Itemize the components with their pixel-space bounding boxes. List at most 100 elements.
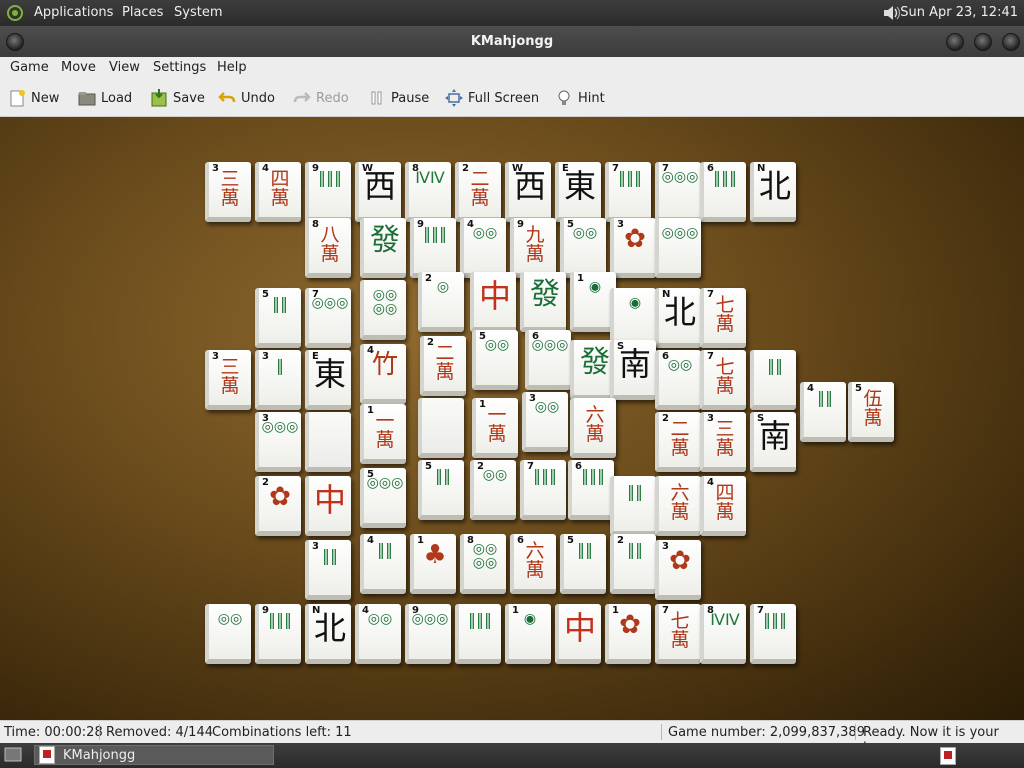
close-button[interactable] [1002, 33, 1020, 51]
mahjong-tile[interactable]: 西W [355, 162, 401, 222]
mahjong-tile[interactable]: ‖‖‖ 7 [520, 460, 566, 520]
menu-settings[interactable]: Settings [153, 60, 206, 75]
mahjong-tile[interactable]: 一 萬1 [472, 398, 518, 458]
load-button[interactable]: Load [78, 89, 132, 107]
mahjong-tile[interactable]: 二 萬2 [655, 412, 701, 472]
undo-button[interactable]: Undo [218, 89, 275, 107]
mahjong-tile[interactable]: ‖‖ 5 [560, 534, 606, 594]
window-titlebar[interactable]: KMahjongg [0, 26, 1024, 57]
mahjong-tile[interactable]: 竹4 [360, 344, 406, 404]
applications-menu[interactable]: Applications [34, 5, 113, 20]
gnome-foot-icon[interactable] [6, 4, 24, 22]
mahjong-tile[interactable]: 伍 萬5 [848, 382, 894, 442]
mahjong-tile[interactable] [418, 398, 464, 458]
mahjong-tile[interactable]: 三 萬3 [205, 350, 251, 410]
mahjong-tile[interactable]: ◎◎ 4 [355, 604, 401, 664]
mahjong-tile[interactable]: 七 萬7 [700, 350, 746, 410]
mahjong-tile[interactable]: ◉ [610, 288, 656, 348]
mahjong-tile[interactable]: 北N [750, 162, 796, 222]
mahjong-tile[interactable]: 發 [520, 272, 566, 332]
volume-icon[interactable] [882, 4, 902, 22]
mahjong-tile[interactable]: ‖‖‖ 7 [750, 604, 796, 664]
mahjong-tile[interactable]: ‖ 3 [255, 350, 301, 410]
mahjong-tile[interactable]: 西W [505, 162, 551, 222]
mahjong-tile[interactable]: ‖‖ [750, 350, 796, 410]
mahjong-tile[interactable]: ◎◎ ◎◎ [360, 280, 406, 340]
mahjong-tile[interactable]: ‖‖ 4 [360, 534, 406, 594]
mahjong-tile[interactable]: ◎◎ [205, 604, 251, 664]
menu-view[interactable]: View [109, 60, 140, 75]
mahjong-tile[interactable]: ◎◎ ◎◎ 8 [460, 534, 506, 594]
mahjong-tile[interactable]: 四 萬4 [700, 476, 746, 536]
mahjong-tile[interactable]: ◎ 2 [418, 272, 464, 332]
mahjong-tile[interactable]: ◎◎ 5 [560, 218, 606, 278]
mahjong-tile[interactable]: 北N [655, 288, 701, 348]
mahjong-tile[interactable]: 三 萬3 [205, 162, 251, 222]
mahjong-tile[interactable]: ‖‖ 4 [800, 382, 846, 442]
mahjong-tile[interactable]: ⅣⅣ 8 [405, 162, 451, 222]
mahjong-tile[interactable]: 中 [305, 476, 351, 536]
menu-move[interactable]: Move [61, 60, 96, 75]
mahjong-tile[interactable]: ◎◎◎ 6 [525, 330, 571, 390]
mahjong-tile[interactable]: ✿ 3 [655, 540, 701, 600]
redo-button[interactable]: Redo [293, 89, 349, 107]
show-desktop-icon[interactable] [4, 747, 22, 763]
mahjong-tile[interactable]: ‖‖‖ [455, 604, 501, 664]
menu-game[interactable]: Game [10, 60, 49, 75]
mahjong-tile[interactable]: ◎◎◎ [655, 218, 701, 278]
mahjong-tile[interactable]: ♣ 1 [410, 534, 456, 594]
mahjong-tile[interactable]: 二 萬2 [420, 336, 466, 396]
mahjong-tile[interactable]: 南S [750, 412, 796, 472]
mahjong-tile[interactable]: ◎◎◎ 3 [255, 412, 301, 472]
mahjong-tile[interactable]: ⅣⅣ 8 [700, 604, 746, 664]
mahjong-tile[interactable]: ◎◎ 2 [470, 460, 516, 520]
mahjong-tile[interactable]: 六 萬6 [510, 534, 556, 594]
mahjong-tile[interactable]: 北N [305, 604, 351, 664]
minimize-button[interactable] [946, 33, 964, 51]
mahjong-tile[interactable]: 九 萬9 [510, 218, 556, 278]
mahjong-tile[interactable]: ‖‖ [610, 476, 656, 536]
save-button[interactable]: Save [150, 89, 205, 107]
mahjong-tile[interactable]: 四 萬4 [255, 162, 301, 222]
maximize-button[interactable] [974, 33, 992, 51]
mahjong-tile[interactable]: 六 萬 [655, 476, 701, 536]
mahjong-tile[interactable]: ◎◎◎ 7 [305, 288, 351, 348]
mahjong-tile[interactable]: 中 [470, 272, 516, 332]
mahjong-tile[interactable]: ‖‖ 2 [610, 534, 656, 594]
fullscreen-button[interactable]: Full Screen [445, 89, 539, 107]
mahjong-tile[interactable]: ‖‖ 5 [418, 460, 464, 520]
mahjong-tile[interactable]: 東E [555, 162, 601, 222]
mahjong-tile[interactable]: ◎◎◎ 5 [360, 468, 406, 528]
mahjong-tile[interactable]: 七 萬7 [700, 288, 746, 348]
mahjong-tile[interactable]: ✿ 1 [605, 604, 651, 664]
mahjong-tile[interactable]: 八 萬8 [305, 218, 351, 278]
mahjong-tile[interactable]: ◎◎ 4 [460, 218, 506, 278]
mahjong-tile[interactable]: 七 萬7 [655, 604, 701, 664]
mahjong-tile[interactable]: ‖‖‖ 9 [410, 218, 456, 278]
taskbar-item-kmahjongg[interactable]: KMahjongg [34, 745, 274, 765]
system-menu[interactable]: System [174, 5, 222, 20]
mahjong-tile[interactable]: ◎◎ 5 [472, 330, 518, 390]
mahjong-tile[interactable]: ✿ 3 [610, 218, 656, 278]
mahjong-tile[interactable]: 三 萬3 [700, 412, 746, 472]
mahjong-tile[interactable]: ◎◎ 6 [655, 350, 701, 410]
mahjong-tile[interactable]: 東E [305, 350, 351, 410]
mahjong-tile[interactable]: 中 [555, 604, 601, 664]
mahjong-tile[interactable]: 一 萬1 [360, 404, 406, 464]
mahjong-tile[interactable]: ‖‖ 3 [305, 540, 351, 600]
clock[interactable]: Sun Apr 23, 12:41 [900, 5, 1018, 20]
game-board[interactable]: 三 萬3四 萬 4 ‖‖‖ 9 西 W ⅣⅣ 8 二 萬 2 西 W 東 E ‖‖‖ 7 ◎◎◎ 7 ‖‖‖ 6 北 N 八… [0, 117, 1024, 720]
hint-button[interactable]: Hint [555, 89, 605, 107]
mahjong-tile[interactable]: 二 萬2 [455, 162, 501, 222]
mahjong-tile[interactable]: ‖‖‖ 7 [605, 162, 651, 222]
mahjong-tile[interactable]: ◎◎◎ 9 [405, 604, 451, 664]
mahjong-tile[interactable]: ‖‖‖ 9 [305, 162, 351, 222]
mahjong-tile[interactable] [305, 412, 351, 472]
mahjong-tile[interactable]: 六 萬 [570, 398, 616, 458]
mahjong-tile[interactable]: ◎◎◎ 7 [655, 162, 701, 222]
mahjong-tile[interactable]: ◎◎ 3 [522, 392, 568, 452]
mahjong-tile[interactable]: ‖‖‖ 9 [255, 604, 301, 664]
mahjong-tile[interactable]: ◉ 1 [505, 604, 551, 664]
mahjong-tile[interactable]: 發 [360, 218, 406, 278]
menu-help[interactable]: Help [217, 60, 247, 75]
